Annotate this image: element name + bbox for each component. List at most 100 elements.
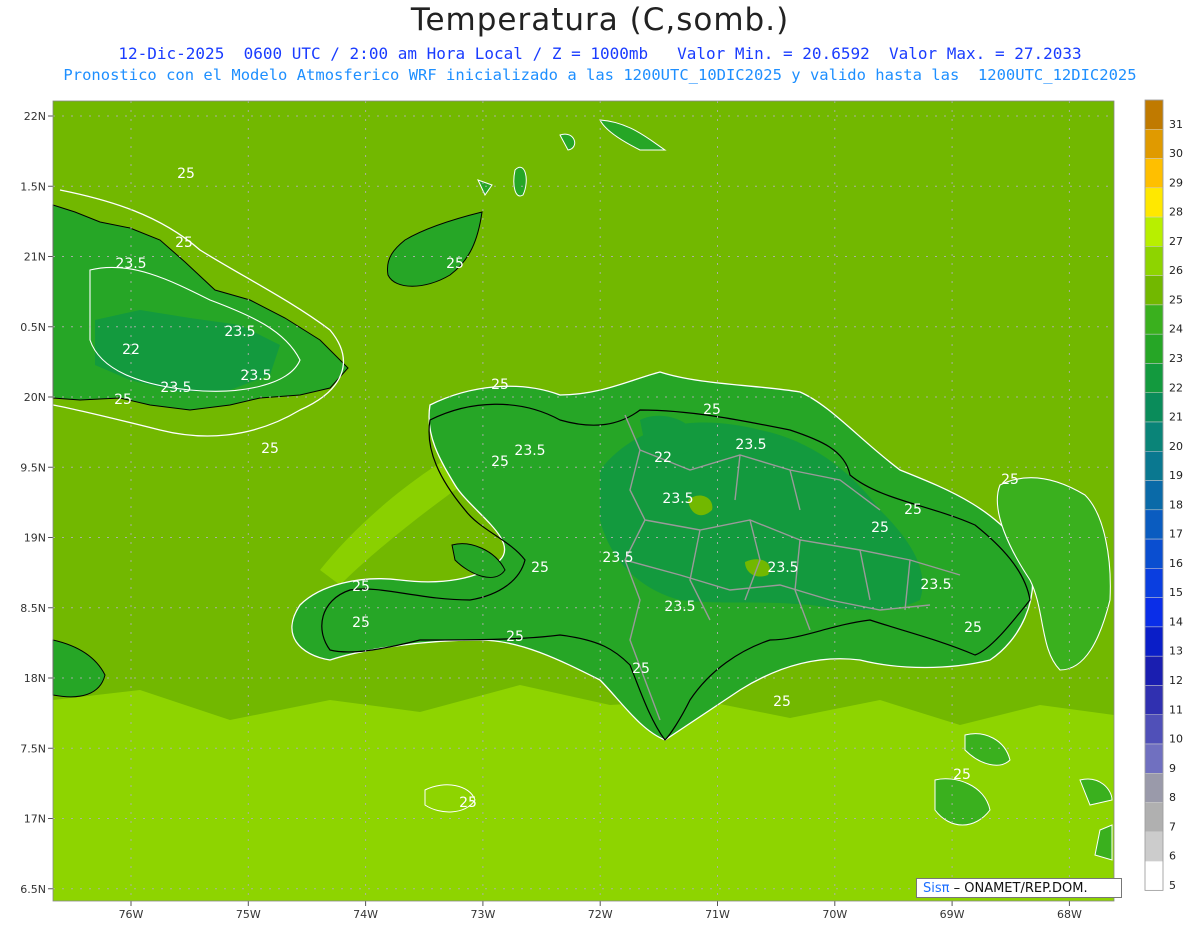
lat-tick-label: 6.5N — [20, 883, 46, 896]
contour-label: 25 — [114, 392, 132, 408]
legend-swatch — [1144, 129, 1164, 159]
legend-swatch — [1144, 99, 1164, 130]
contour-label: 25 — [175, 235, 193, 251]
legend-swatch — [1144, 187, 1164, 218]
temperature-map: 22N 1.5N 21N 0.5N 20N 9.5N 19N 8.5N 18N 7.5N 17N 6.… — [20, 99, 1183, 921]
lat-tick-label: 20N — [24, 391, 46, 404]
contour-label: 23.5 — [664, 599, 695, 615]
contour-label: 23.5 — [920, 577, 951, 593]
legend-level-label: 29 — [1169, 176, 1183, 189]
legend-swatch — [1144, 538, 1164, 569]
legend-swatch — [1144, 802, 1164, 833]
contour-label: 23.5 — [240, 368, 271, 384]
lat-tick-label: 19N — [24, 532, 46, 545]
lat-tick-label: 18N — [24, 672, 46, 685]
contour-label: 25 — [446, 256, 464, 272]
legend-swatch — [1144, 831, 1164, 862]
contour-label: 25 — [964, 620, 982, 636]
lat-tick-label: 21N — [24, 251, 46, 264]
contour-label: 23.5 — [767, 560, 798, 576]
legend-level-label: 22 — [1169, 381, 1183, 394]
legend-level-label: 13 — [1169, 645, 1183, 658]
contour-label: 25 — [459, 795, 477, 811]
legend-level-label: 8 — [1169, 791, 1176, 804]
lon-tick-label: 68W — [1057, 908, 1082, 921]
lon-tick-label: 74W — [353, 908, 378, 921]
contour-label: 25 — [1001, 472, 1019, 488]
legend-level-label: 14 — [1169, 615, 1183, 628]
legend-level-label: 23 — [1169, 352, 1183, 365]
legend-swatch — [1144, 773, 1164, 803]
legend-swatch — [1144, 597, 1164, 628]
color-legend: 31 30 29 28 27 26 25 24 23 22 21 20 19 18 17 16 15 14 13 12… — [1144, 99, 1183, 892]
legend-level-label: 27 — [1169, 235, 1183, 248]
sispi-logo: Sisπ — [923, 881, 950, 896]
legend-swatch — [1144, 246, 1164, 276]
lat-tick-label: 9.5N — [20, 461, 46, 474]
contour-label: 23.5 — [662, 491, 693, 507]
contour-label: 25 — [871, 520, 889, 536]
lat-tick-label: 1.5N — [20, 180, 46, 193]
longitude-axis: 76W 75W 74W 73W 72W 71W 70W 69W 68W — [119, 901, 1082, 921]
legend-level-label: 9 — [1169, 762, 1176, 775]
lon-tick-label: 73W — [470, 908, 495, 921]
lat-tick-label: 7.5N — [20, 742, 46, 755]
legend-level-label: 12 — [1169, 674, 1183, 687]
legend-swatch — [1144, 860, 1164, 891]
legend-swatch — [1144, 568, 1164, 598]
legend-swatch — [1144, 392, 1164, 423]
contour-label: 23.5 — [602, 550, 633, 566]
lon-tick-label: 72W — [588, 908, 613, 921]
legend-swatch — [1144, 158, 1164, 189]
legend-level-label: 6 — [1169, 850, 1176, 863]
contour-label: 25 — [491, 377, 509, 393]
legend-swatch — [1144, 509, 1164, 540]
legend-level-label: 10 — [1169, 733, 1183, 746]
legend-swatch — [1144, 304, 1164, 335]
legend-swatch — [1144, 216, 1164, 247]
contour-label: 25 — [904, 502, 922, 518]
legend-swatch — [1144, 421, 1164, 452]
contour-label: 25 — [261, 441, 279, 457]
lon-tick-label: 75W — [236, 908, 261, 921]
contour-label: 25 — [632, 661, 650, 677]
legend-level-label: 5 — [1169, 879, 1176, 892]
legend-swatch — [1144, 743, 1164, 774]
lat-tick-label: 17N — [24, 813, 46, 826]
contour-label: 25 — [773, 694, 791, 710]
contour-label: 22 — [122, 342, 140, 358]
legend-level-label: 20 — [1169, 440, 1183, 453]
legend-level-label: 11 — [1169, 703, 1183, 716]
legend-swatch — [1144, 480, 1164, 511]
lat-tick-label: 8.5N — [20, 602, 46, 615]
legend-level-label: 21 — [1169, 411, 1183, 424]
legend-level-label: 26 — [1169, 264, 1183, 277]
contour-label: 22 — [654, 450, 672, 466]
contour-label: 25 — [352, 579, 370, 595]
contour-label: 25 — [703, 402, 721, 418]
credit-box: Sisπ – ONAMET/REP.DOM. — [916, 878, 1122, 898]
credit-text: – ONAMET/REP.DOM. — [949, 881, 1088, 896]
lat-tick-label: 22N — [24, 110, 46, 123]
legend-swatch — [1144, 451, 1164, 481]
legend-swatch — [1144, 685, 1164, 715]
contour-label: 23.5 — [224, 324, 255, 340]
legend-level-label: 18 — [1169, 498, 1183, 511]
latitude-axis: 22N 1.5N 21N 0.5N 20N 9.5N 19N 8.5N 18N 7.5N 17N 6.… — [20, 110, 53, 896]
legend-level-label: 17 — [1169, 528, 1183, 541]
contour-label: 23.5 — [160, 380, 191, 396]
contour-label: 25 — [953, 767, 971, 783]
legend-level-label: 25 — [1169, 293, 1183, 306]
legend-level-label: 28 — [1169, 206, 1183, 219]
legend-level-label: 30 — [1169, 147, 1183, 160]
contour-label: 25 — [177, 166, 195, 182]
contour-label: 23.5 — [514, 443, 545, 459]
contour-label: 23.5 — [735, 437, 766, 453]
contour-label: 25 — [491, 454, 509, 470]
legend-swatch — [1144, 275, 1164, 306]
legend-level-label: 7 — [1169, 820, 1176, 833]
contour-label: 25 — [531, 560, 549, 576]
lon-tick-label: 70W — [822, 908, 847, 921]
legend-swatch — [1144, 363, 1164, 393]
lon-tick-label: 69W — [940, 908, 965, 921]
